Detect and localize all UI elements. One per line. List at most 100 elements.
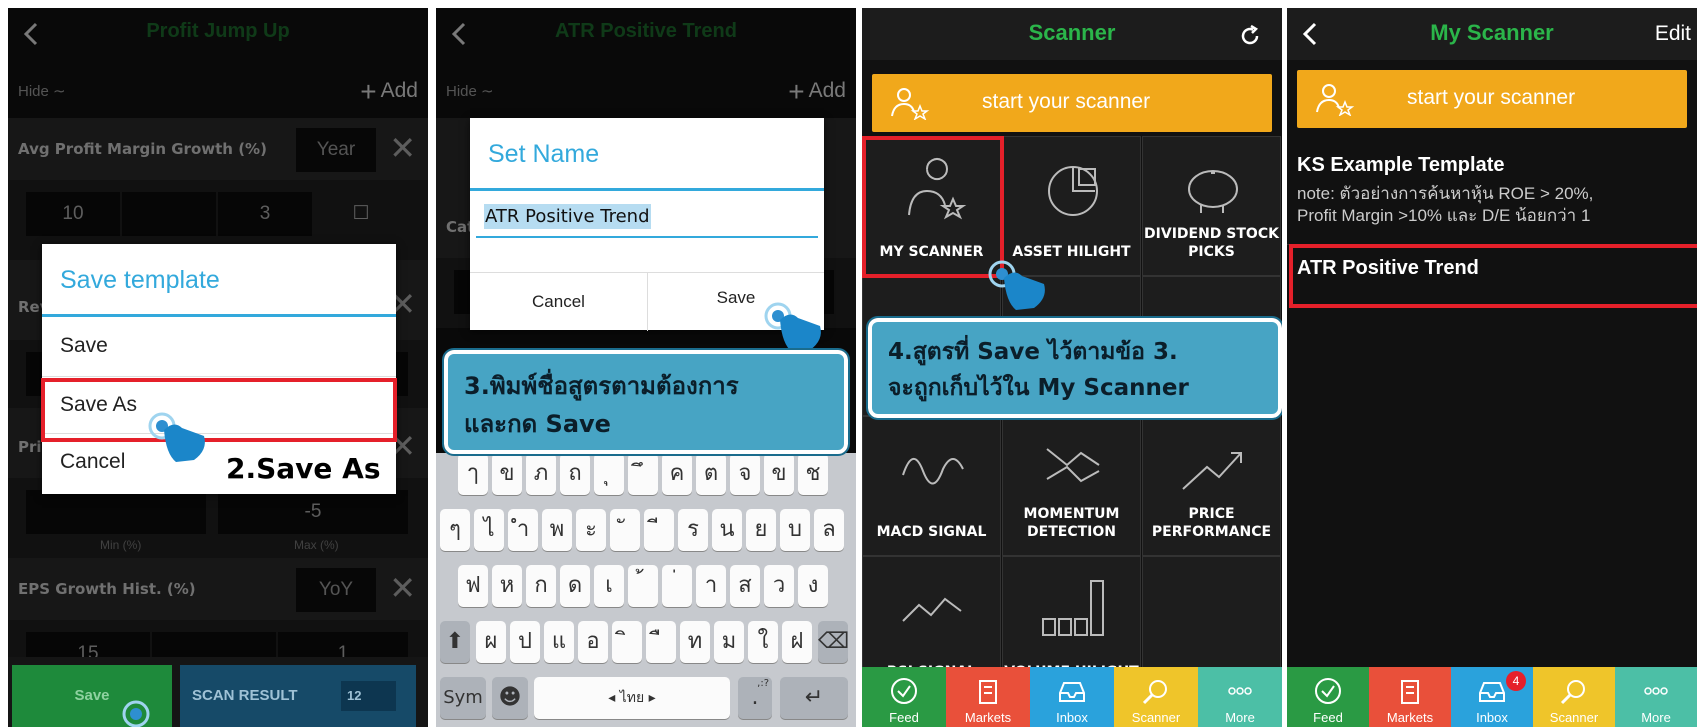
keyboard-key[interactable]: ฟ: [458, 565, 488, 607]
tab-scanner[interactable]: Scanner: [1533, 667, 1615, 727]
screen-save-template: Profit Jump Up Hide ∼ + Add Avg Profit Ma…: [8, 8, 428, 727]
keyboard-key[interactable]: ห: [492, 565, 522, 607]
tab-label: Scanner: [1131, 710, 1181, 725]
keyboard-key[interactable]: ๆ: [440, 509, 470, 551]
cancel-button[interactable]: Cancel: [470, 273, 648, 331]
keyboard-key[interactable]: ะ: [576, 509, 606, 551]
tab-inbox[interactable]: Inbox 4: [1451, 667, 1533, 727]
keyboard-key[interactable]: ม: [714, 621, 744, 663]
scanner-tile[interactable]: ASSET HILIGHT: [1002, 136, 1141, 276]
keyboard-key[interactable]: แ: [544, 621, 574, 663]
keyboard-key[interactable]: ข: [492, 453, 522, 495]
keyboard-key[interactable]: ท: [680, 621, 710, 663]
start-scanner-label: start your scanner: [982, 90, 1151, 113]
keyboard-key[interactable]: ื: [646, 621, 676, 663]
keyboard-key[interactable]: น: [712, 509, 742, 551]
tab-label: More: [1641, 710, 1671, 725]
keyboard-key[interactable]: ใ: [748, 621, 778, 663]
tab-markets[interactable]: Markets: [1369, 667, 1451, 727]
screen-my-scanner: My Scanner Edit start your scanner KS Ex…: [1287, 8, 1697, 727]
rsi-line-icon: [902, 597, 962, 622]
sym-key[interactable]: Sym: [440, 677, 486, 719]
keyboard-key[interactable]: ง: [798, 565, 828, 607]
keyboard-key[interactable]: ั: [610, 509, 640, 551]
keyboard-key[interactable]: ร: [678, 509, 708, 551]
keyboard-key[interactable]: ข: [764, 453, 794, 495]
keyboard-key[interactable]: ล: [814, 509, 844, 551]
backspace-key[interactable]: ⌫: [818, 621, 849, 663]
keyboard-row: ฟหกดเ้่าสวง: [440, 565, 852, 607]
keyboard-key[interactable]: า: [696, 565, 726, 607]
keyboard-key[interactable]: ค: [662, 453, 692, 495]
period-key[interactable]: .,:?: [738, 677, 772, 719]
scanner-icon: [1142, 680, 1167, 705]
name-input[interactable]: ATR Positive Trend: [476, 200, 818, 238]
space-key[interactable]: ◂ ไทย ▸: [534, 677, 730, 719]
keyboard-key[interactable]: ถ: [560, 453, 590, 495]
scanner-tile[interactable]: PRICE PERFORMANCE: [1142, 416, 1281, 556]
keyboard-key[interactable]: ด: [560, 565, 590, 607]
macd-wave-icon: [902, 458, 964, 485]
save-option-label: Save: [60, 334, 108, 357]
keyboard-row: ⬆ ผปแอิืทมใฝ⌫: [440, 621, 852, 663]
tab-more[interactable]: More: [1198, 667, 1282, 727]
keyboard-key[interactable]: ส: [730, 565, 760, 607]
save-option[interactable]: Save: [42, 318, 396, 375]
scanner-tile[interactable]: DIVIDEND STOCK PICKS: [1142, 136, 1281, 276]
tab-label: Feed: [889, 710, 919, 725]
keyboard-key[interactable]: จ: [730, 453, 760, 495]
refresh-icon[interactable]: [1238, 24, 1262, 48]
keyboard-key[interactable]: ๅ: [458, 453, 488, 495]
shift-key[interactable]: ⬆: [440, 621, 470, 663]
start-scanner-button[interactable]: start your scanner: [872, 74, 1272, 132]
tab-markets[interactable]: Markets: [946, 667, 1030, 727]
page-title: Scanner: [1028, 20, 1116, 45]
edit-button[interactable]: Edit: [1655, 22, 1691, 46]
dialog-title: Set Name: [488, 140, 600, 168]
tab-more[interactable]: More: [1615, 667, 1697, 727]
start-scanner-button[interactable]: start your scanner: [1297, 70, 1687, 128]
top-bar: My Scanner Edit: [1287, 8, 1697, 60]
tab-feed[interactable]: Feed: [862, 667, 946, 727]
keyboard-key[interactable]: อ: [578, 621, 608, 663]
keyboard-key[interactable]: ภ: [526, 453, 556, 495]
keyboard-key[interactable]: ำ: [508, 509, 538, 551]
keyboard-key[interactable]: ุ: [594, 453, 624, 495]
keyboard-key[interactable]: ไ: [474, 509, 504, 551]
emoji-key[interactable]: ☻: [492, 677, 528, 719]
keyboard-key[interactable]: ว: [764, 565, 794, 607]
enter-key[interactable]: ↵: [780, 677, 848, 719]
tap-hand-icon: [122, 700, 150, 727]
scanner-tile[interactable]: MOMENTUM DETECTION: [1002, 416, 1141, 556]
keyboard-key[interactable]: ช: [798, 453, 828, 495]
my-scanner-highlight: [862, 136, 1004, 278]
trend-up-icon: [1182, 452, 1242, 490]
scan-result-button[interactable]: SCAN RESULT 12: [180, 665, 416, 727]
tab-scanner[interactable]: Scanner: [1114, 667, 1198, 727]
scan-result-label: SCAN RESULT: [192, 687, 298, 704]
keyboard-key[interactable]: ้: [628, 565, 658, 607]
keyboard-key[interactable]: ผ: [476, 621, 506, 663]
keyboard-key[interactable]: ่: [662, 565, 692, 607]
tab-label: Markets: [1386, 710, 1434, 725]
name-input-value: ATR Positive Trend: [484, 204, 651, 229]
more-icon: [1644, 687, 1668, 695]
keyboard-key[interactable]: ิ: [612, 621, 642, 663]
dialog-divider: [470, 188, 824, 191]
feed-icon: [1315, 678, 1341, 704]
keyboard-key[interactable]: ต: [696, 453, 726, 495]
keyboard-key[interactable]: พ: [542, 509, 572, 551]
keyboard-key[interactable]: ย: [746, 509, 776, 551]
language-label: ไทย: [619, 690, 645, 706]
keyboard-key[interactable]: ี: [644, 509, 674, 551]
keyboard-key[interactable]: บ: [780, 509, 810, 551]
keyboard-key[interactable]: ก: [526, 565, 556, 607]
tab-inbox[interactable]: Inbox: [1030, 667, 1114, 727]
keyboard-key[interactable]: ึ: [628, 453, 658, 495]
scanner-tile[interactable]: MACD SIGNAL: [862, 416, 1001, 556]
list-item[interactable]: KS Example Template note: ตัวอย่างการค้น…: [1287, 154, 1697, 228]
keyboard-key[interactable]: ฝ: [782, 621, 812, 663]
keyboard-key[interactable]: ป: [510, 621, 540, 663]
keyboard-key[interactable]: เ: [594, 565, 624, 607]
tab-feed[interactable]: Feed: [1287, 667, 1369, 727]
